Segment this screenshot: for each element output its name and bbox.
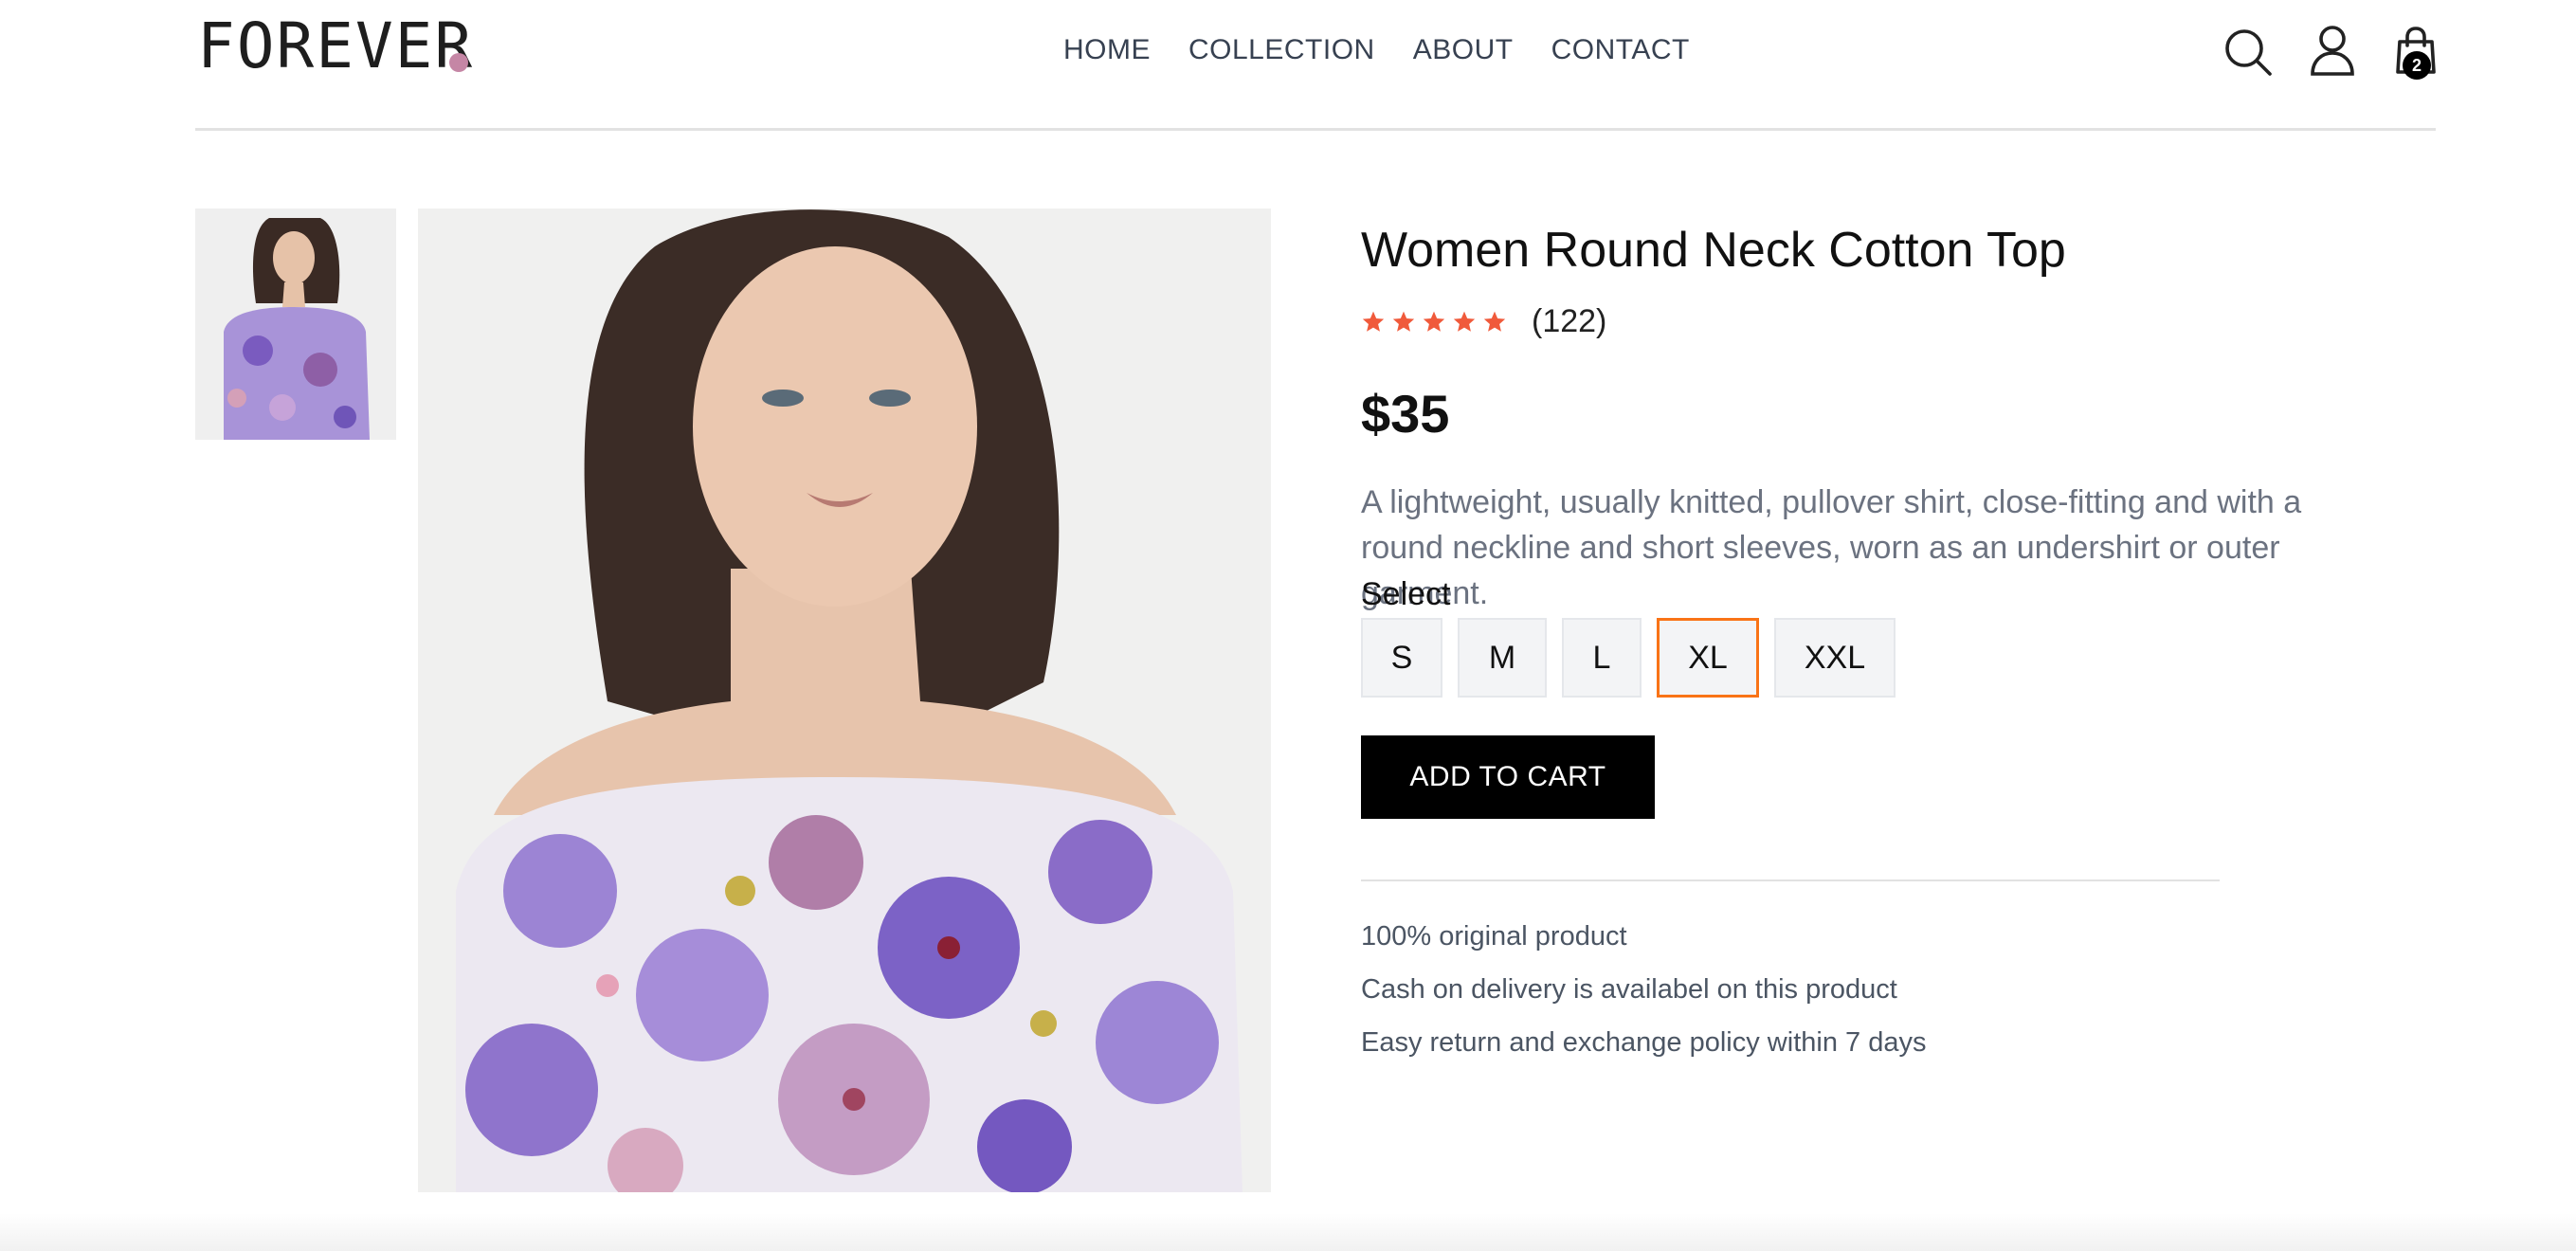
add-to-cart-button[interactable]: ADD TO CART [1361, 735, 1655, 819]
bottom-shadow [0, 1213, 2576, 1251]
size-select-label: Select [1361, 576, 1451, 612]
nav-home[interactable]: HOME [1063, 34, 1151, 66]
cart-count-badge: 2 [2403, 51, 2431, 80]
star-icon [1482, 310, 1507, 335]
nav-contact[interactable]: CONTACT [1551, 34, 1690, 66]
nav-about[interactable]: ABOUT [1413, 34, 1514, 66]
size-option-m[interactable]: M [1458, 618, 1547, 698]
divider [1361, 879, 2220, 881]
search-icon[interactable] [2222, 27, 2274, 78]
policy-return: Easy return and exchange policy within 7… [1361, 1027, 1927, 1058]
size-option-s[interactable]: S [1361, 618, 1442, 698]
user-icon[interactable] [2307, 25, 2358, 76]
star-icon [1452, 310, 1477, 335]
product-price: $35 [1361, 384, 1450, 444]
rating-count: (122) [1532, 303, 1607, 339]
star-icon [1391, 310, 1416, 335]
size-option-l[interactable]: L [1562, 618, 1642, 698]
star-icon [1422, 310, 1446, 335]
size-option-xxl[interactable]: XXL [1774, 618, 1896, 698]
policy-cod: Cash on delivery is availabel on this pr… [1361, 974, 1897, 1005]
size-options: S M L XL XXL [1361, 618, 1896, 698]
logo-dot [449, 53, 468, 72]
main-nav: HOME COLLECTION ABOUT CONTACT [1063, 34, 1690, 66]
star-icon [1361, 310, 1386, 335]
site-header: FOREVER HOME COLLECTION ABOUT CONTACT [195, 0, 2436, 131]
product-rating: (122) [1361, 303, 1606, 340]
product-main-image [418, 208, 1271, 1192]
product-description: A lightweight, usually knitted, pullover… [1361, 484, 2302, 611]
size-option-xl[interactable]: XL [1657, 618, 1759, 698]
product-title: Women Round Neck Cotton Top [1361, 223, 2066, 278]
logo[interactable]: FOREVER [197, 15, 474, 78]
policy-original: 100% original product [1361, 921, 1627, 952]
nav-collection[interactable]: COLLECTION [1188, 34, 1375, 66]
product-thumbnail[interactable] [195, 208, 396, 440]
